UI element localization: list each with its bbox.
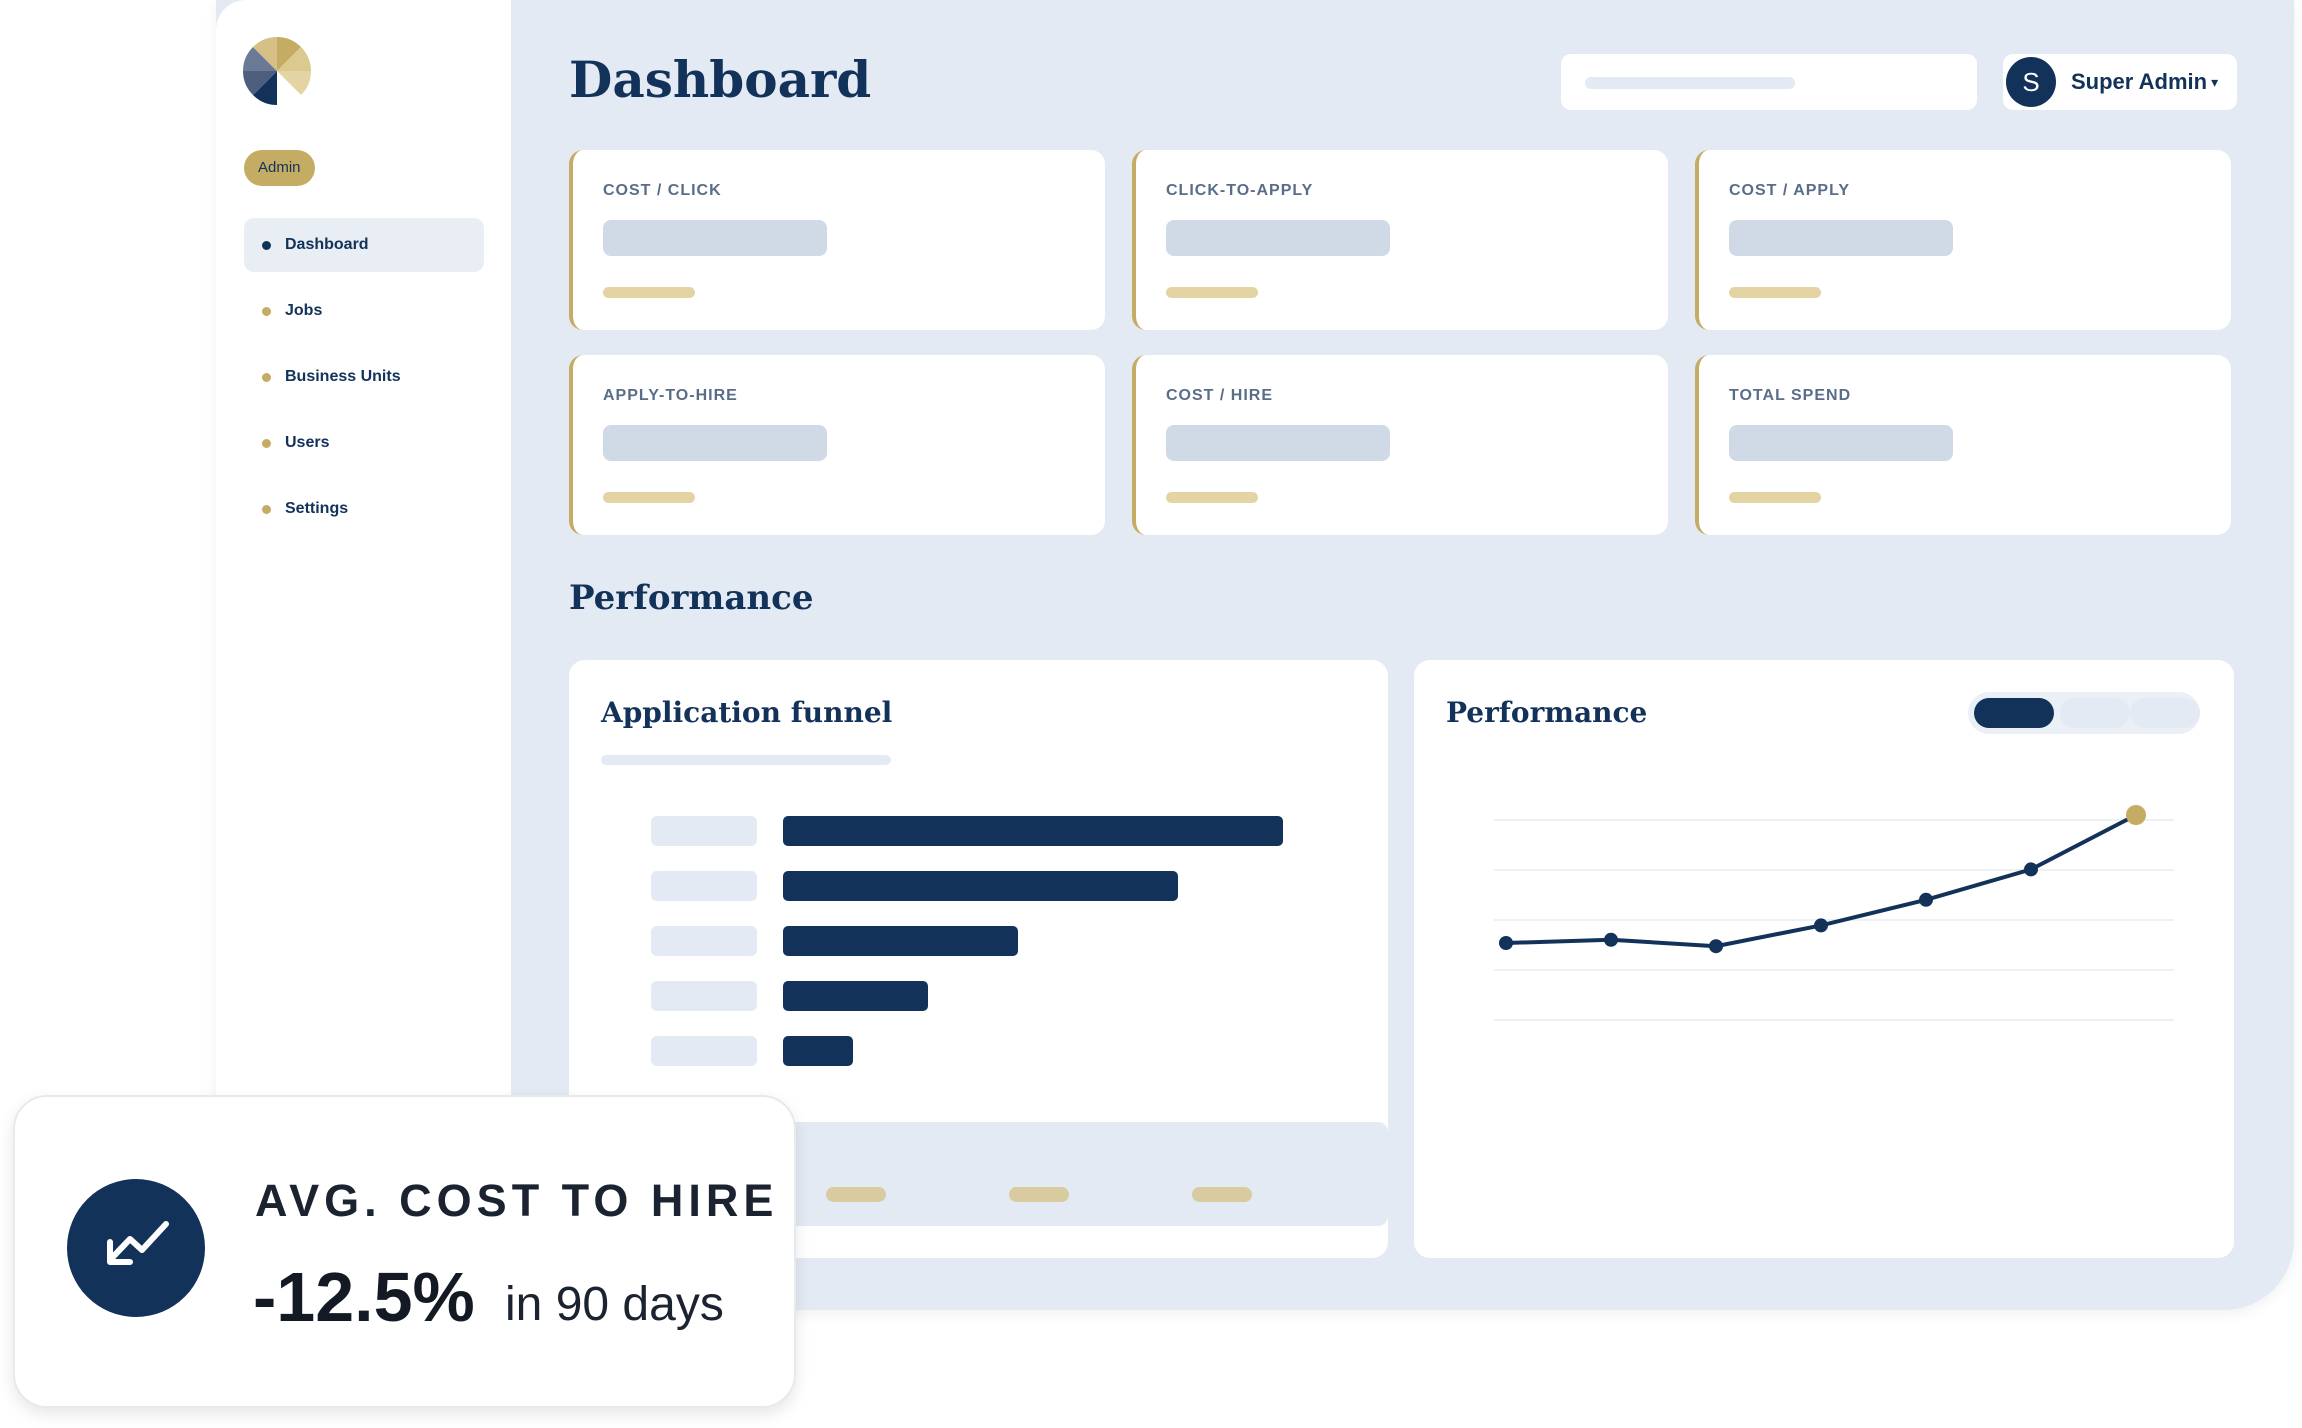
kpi-trend-placeholder — [1729, 287, 1821, 298]
stat-label: AVG. COST TO HIRE — [255, 1175, 779, 1226]
bullet-icon — [262, 438, 271, 448]
role-badge: Admin — [244, 150, 315, 186]
kpi-card-total-spend[interactable]: TOTAL SPEND — [1695, 355, 2231, 535]
sidebar-item-jobs[interactable]: Jobs — [244, 284, 484, 338]
funnel-bar — [783, 926, 1018, 956]
performance-panel: Performance — [1414, 660, 2234, 1258]
kpi-trend-placeholder — [1166, 287, 1258, 298]
kpi-card-apply-to-hire[interactable]: APPLY-TO-HIRE — [569, 355, 1105, 535]
kpi-trend-placeholder — [603, 287, 695, 298]
bullet-icon — [262, 306, 271, 316]
search-input[interactable] — [1561, 54, 1977, 110]
stat-value: -12.5% — [253, 1258, 475, 1336]
stat-icon-badge — [67, 1179, 205, 1317]
sidebar-item-business-units[interactable]: Business Units — [244, 350, 484, 404]
funnel-row-label — [651, 981, 757, 1011]
data-point — [2126, 805, 2146, 825]
kpi-label: CLICK-TO-APPLY — [1166, 182, 1314, 199]
funnel-title: Application funnel — [601, 696, 893, 729]
data-point — [1709, 939, 1723, 954]
data-point — [1499, 936, 1513, 950]
funnel-row-label — [651, 926, 757, 956]
kpi-trend-placeholder — [1166, 492, 1258, 503]
bullet-icon — [262, 372, 271, 382]
kpi-card-cost-per-click[interactable]: COST / CLICK — [569, 150, 1105, 330]
range-toggle-option[interactable] — [2130, 698, 2200, 728]
kpi-card-cost-per-hire[interactable]: COST / HIRE — [1132, 355, 1668, 535]
stat-card: AVG. COST TO HIRE -12.5% in 90 days — [13, 1095, 796, 1408]
kpi-label: COST / CLICK — [603, 182, 722, 199]
sidebar-item-dashboard[interactable]: Dashboard — [244, 218, 484, 272]
chevron-down-icon: ▾ — [2211, 73, 2219, 90]
sidebar-item-users[interactable]: Users — [244, 416, 484, 470]
funnel-row-label — [651, 871, 757, 901]
kpi-trend-placeholder — [603, 492, 695, 503]
funnel-bar — [783, 816, 1283, 846]
footer-placeholder — [1192, 1187, 1252, 1202]
sidebar-item-label: Jobs — [285, 302, 323, 319]
range-toggle-option[interactable] — [2060, 698, 2130, 728]
trending-down-icon — [107, 1221, 169, 1265]
funnel-row-label — [651, 1036, 757, 1066]
kpi-label: APPLY-TO-HIRE — [603, 387, 738, 404]
sidebar-item-label: Settings — [285, 500, 349, 517]
bullet-icon — [262, 504, 271, 514]
data-point — [1604, 932, 1618, 947]
kpi-value-placeholder — [603, 220, 827, 256]
data-point — [1919, 892, 1933, 907]
performance-line-chart — [1494, 805, 2174, 1021]
footer-placeholder — [826, 1187, 886, 1202]
page-title: Dashboard — [569, 50, 872, 109]
funnel-bar — [783, 871, 1178, 901]
kpi-value-placeholder — [1166, 220, 1390, 256]
kpi-label: COST / HIRE — [1166, 387, 1274, 404]
funnel-row-label — [651, 816, 757, 846]
kpi-value-placeholder — [1166, 425, 1390, 461]
section-title: Performance — [569, 578, 814, 618]
funnel-bar — [783, 981, 928, 1011]
range-toggle-option[interactable] — [1974, 698, 2054, 728]
range-toggle — [1968, 692, 2200, 734]
kpi-label: TOTAL SPEND — [1729, 387, 1852, 404]
data-point — [2024, 862, 2038, 877]
performance-title: Performance — [1446, 696, 1648, 729]
footer-placeholder — [1009, 1187, 1069, 1202]
funnel-subtitle-placeholder — [601, 755, 891, 765]
user-menu-button[interactable]: S Super Admin ▾ — [2003, 54, 2237, 110]
sidebar-item-label: Dashboard — [285, 236, 369, 253]
sidebar-nav: Dashboard Jobs Business Units Users Sett… — [244, 218, 484, 548]
avatar: S — [2006, 57, 2056, 107]
sidebar-item-label: Business Units — [285, 368, 401, 385]
search-placeholder-line — [1585, 77, 1795, 89]
sidebar-item-settings[interactable]: Settings — [244, 482, 484, 536]
user-name: Super Admin — [2071, 69, 2208, 94]
kpi-card-click-to-apply[interactable]: CLICK-TO-APPLY — [1132, 150, 1668, 330]
bullet-icon — [262, 240, 271, 250]
funnel-bar — [783, 1036, 853, 1066]
stat-period: in 90 days — [505, 1278, 724, 1331]
kpi-value-placeholder — [1729, 425, 1953, 461]
kpi-card-cost-per-apply[interactable]: COST / APPLY — [1695, 150, 2231, 330]
sidebar-item-label: Users — [285, 434, 330, 451]
data-point — [1814, 918, 1828, 933]
kpi-value-placeholder — [1729, 220, 1953, 256]
brand-logo — [243, 37, 311, 105]
kpi-label: COST / APPLY — [1729, 182, 1851, 199]
kpi-trend-placeholder — [1729, 492, 1821, 503]
kpi-value-placeholder — [603, 425, 827, 461]
